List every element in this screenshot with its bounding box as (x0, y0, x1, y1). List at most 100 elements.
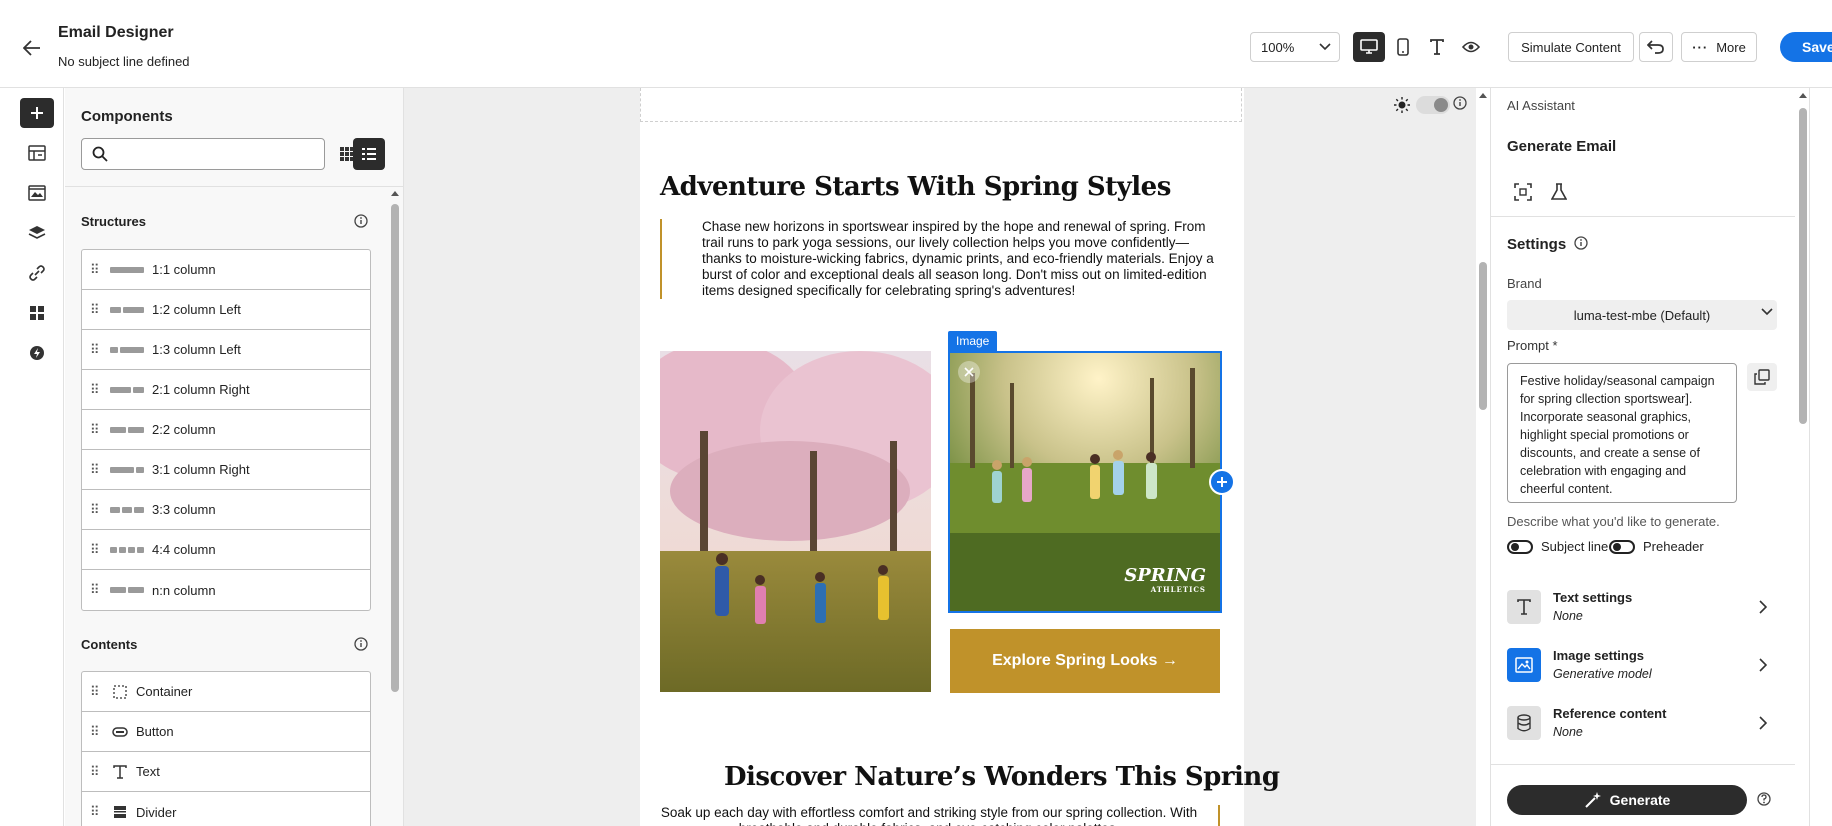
structure-item[interactable]: ⠿ 1:1 column (82, 250, 370, 290)
drag-handle-icon[interactable]: ⠿ (90, 542, 102, 558)
content-label: Text (136, 764, 160, 779)
content-item[interactable]: ⠿ Text (82, 752, 370, 792)
zoom-value: 100% (1261, 39, 1295, 55)
add-block-button[interactable] (1209, 469, 1235, 495)
content-label: Container (136, 684, 193, 699)
drag-handle-icon[interactable]: ⠿ (90, 302, 102, 318)
column-layout-icon (110, 385, 144, 395)
info-icon[interactable] (354, 637, 368, 654)
preheader-switch[interactable] (1609, 540, 1635, 554)
text-settings-row[interactable]: Text settings None (1507, 590, 1777, 632)
column-layout-icon (110, 265, 144, 275)
drag-handle-icon[interactable]: ⠿ (90, 422, 102, 438)
structure-label: 3:3 column (152, 502, 216, 517)
reference-content-row[interactable]: Reference content None (1507, 706, 1777, 748)
chevron-down-icon (1319, 43, 1331, 51)
drag-handle-icon[interactable]: ⠿ (90, 462, 102, 478)
more-button[interactable]: ··· More (1681, 32, 1757, 62)
structure-label: 1:1 column (152, 262, 216, 277)
button-icon (110, 724, 130, 740)
close-icon[interactable] (958, 361, 980, 383)
content-item[interactable]: ⠿ Container (82, 672, 370, 712)
chevron-down-icon (1761, 308, 1773, 316)
eye-icon (1462, 41, 1480, 53)
email-outro-text[interactable]: Soak up each day with effortless comfort… (660, 805, 1220, 826)
spring-athletics-logo: SPRING ATHLETICS (1124, 565, 1206, 595)
layers-button[interactable] (20, 218, 54, 248)
info-icon[interactable] (1453, 96, 1467, 113)
canvas-scroll-thumb[interactable] (1479, 262, 1487, 410)
save-button[interactable]: Save (1780, 32, 1832, 62)
flask-icon[interactable] (1547, 180, 1571, 204)
email-image-1[interactable] (660, 351, 931, 692)
info-icon[interactable] (1574, 236, 1589, 250)
chevron-right-icon (1759, 600, 1767, 614)
fragments-button[interactable] (20, 138, 54, 168)
structure-label: 2:2 column (152, 422, 216, 437)
content-item[interactable]: ⠿ Divider (82, 792, 370, 826)
dark-mode-switch[interactable] (1416, 96, 1450, 114)
desktop-view-button[interactable] (1353, 32, 1385, 62)
components-search-input[interactable] (81, 138, 325, 170)
drag-handle-icon[interactable]: ⠿ (90, 262, 102, 278)
drag-handle-icon[interactable]: ⠿ (90, 582, 102, 598)
drag-handle-icon[interactable]: ⠿ (90, 342, 102, 358)
apps-button[interactable] (20, 298, 54, 328)
structure-label: 1:3 column Left (152, 342, 241, 357)
structure-item[interactable]: ⠿ 1:3 column Left (82, 330, 370, 370)
help-icon[interactable] (1757, 792, 1771, 809)
assistant-scroll-thumb[interactable] (1799, 108, 1807, 424)
drag-handle-icon[interactable]: ⠿ (90, 764, 102, 780)
structure-item[interactable]: ⠿ 3:3 column (82, 490, 370, 530)
assets-button[interactable] (20, 178, 54, 208)
personalization-button[interactable] (20, 338, 54, 368)
drag-handle-icon[interactable]: ⠿ (90, 724, 102, 740)
preview-button[interactable] (1455, 32, 1487, 62)
drag-handle-icon[interactable]: ⠿ (90, 502, 102, 518)
copy-prompt-button[interactable] (1747, 363, 1777, 391)
scan-icon[interactable] (1511, 180, 1535, 204)
components-panel: Components Structures ⠿ 1:1 column ⠿ 1:2 co… (65, 88, 404, 826)
components-scroll-thumb[interactable] (391, 204, 399, 692)
email-heading-2[interactable]: Discover Nature’s Wonders This Spring (724, 762, 1280, 792)
mobile-view-button[interactable] (1387, 32, 1419, 62)
image-settings-row[interactable]: Image settings Generative model (1507, 648, 1777, 690)
structure-item[interactable]: ⠿ n:n column (82, 570, 370, 610)
prompt-textarea[interactable]: Festive holiday/seasonal campaign for sp… (1507, 363, 1737, 503)
panel-divider (1491, 764, 1795, 765)
undo-button[interactable] (1639, 32, 1673, 62)
list-icon (362, 148, 376, 160)
structure-label: 1:2 column Left (152, 302, 241, 317)
drag-handle-icon[interactable]: ⠿ (90, 684, 102, 700)
info-icon[interactable] (354, 214, 368, 231)
email-intro-text[interactable]: Chase new horizons in sportswear inspire… (660, 219, 1220, 299)
structure-item[interactable]: ⠿ 3:1 column Right (82, 450, 370, 490)
drag-handle-icon[interactable]: ⠿ (90, 382, 102, 398)
generate-button[interactable]: Generate (1507, 785, 1747, 815)
email-heading-1[interactable]: Adventure Starts With Spring Styles (660, 172, 1171, 202)
email-image-2-selected[interactable]: SPRING ATHLETICS (948, 351, 1222, 613)
content-item[interactable]: ⠿ Button (82, 712, 370, 752)
layers-icon (28, 226, 46, 239)
drag-handle-icon[interactable]: ⠿ (90, 804, 102, 820)
collapsed-side-rail (1809, 88, 1832, 826)
text-view-button[interactable] (1421, 32, 1453, 62)
canvas-scrollbar[interactable] (1476, 88, 1490, 826)
structure-item[interactable]: ⠿ 2:1 column Right (82, 370, 370, 410)
zoom-select[interactable]: 100% (1250, 32, 1340, 62)
brand-select[interactable]: luma-test-mbe (Default) (1507, 300, 1777, 330)
subject-line-switch[interactable] (1507, 540, 1533, 554)
explore-spring-looks-button[interactable]: Explore Spring Looks → (950, 629, 1220, 693)
structure-item[interactable]: ⠿ 2:2 column (82, 410, 370, 450)
list-view-button[interactable] (353, 138, 385, 170)
simulate-content-button[interactable]: Simulate Content (1508, 32, 1634, 62)
add-components-button[interactable] (20, 98, 54, 128)
structure-item[interactable]: ⠿ 1:2 column Left (82, 290, 370, 330)
text-icon (1430, 39, 1444, 55)
email-image-2[interactable]: SPRING ATHLETICS (950, 353, 1220, 611)
canvas-theme-toggle[interactable] (1394, 94, 1458, 116)
empty-structure-placeholder[interactable] (640, 88, 1242, 122)
structure-item[interactable]: ⠿ 4:4 column (82, 530, 370, 570)
back-arrow-icon[interactable] (18, 34, 46, 62)
links-button[interactable] (20, 258, 54, 288)
